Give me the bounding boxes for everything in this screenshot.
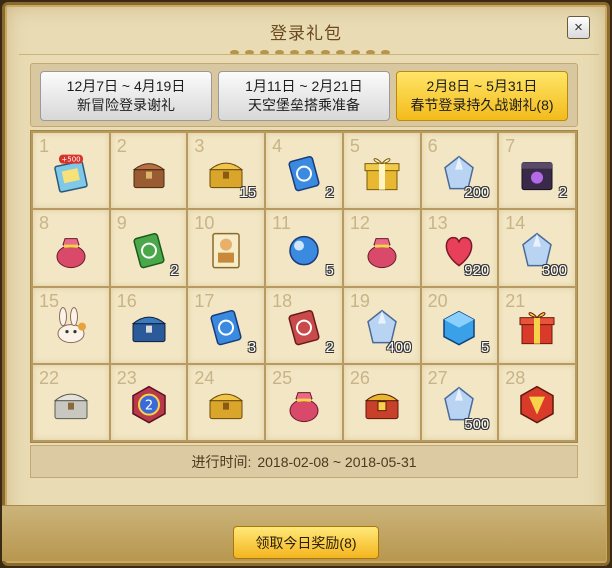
tab-date: 2月8日 ~ 5月31日 (426, 78, 538, 94)
day-number: 2 (116, 136, 127, 156)
tab-name: 春节登录持久战谢礼(8) (410, 97, 554, 113)
period-label: 进行时间: (191, 453, 252, 470)
claim-reward-button[interactable]: 领取今日奖励(8) (233, 526, 379, 559)
red-card-icon (282, 306, 326, 350)
reward-day-cell[interactable]: 20 5 (421, 287, 498, 363)
reward-day-cell[interactable]: 22 (33, 364, 109, 440)
green-card-icon (127, 229, 171, 273)
brown-chest-icon (127, 151, 171, 195)
reward-day-cell[interactable]: 17 3 (188, 287, 265, 363)
reward-day-cell[interactable]: 2 (110, 133, 187, 209)
reward-day-cell[interactable]: 5 (343, 133, 420, 209)
item-count: 2 (558, 184, 567, 202)
reward-day-cell[interactable]: 92 (110, 210, 187, 286)
blue-chest-icon (127, 306, 171, 350)
day-number: 3 (194, 136, 205, 156)
red-gift-icon (515, 306, 559, 350)
reward-day-cell[interactable]: 42 (266, 133, 342, 209)
blue-block-icon (437, 306, 481, 350)
rabbit-pet-icon (49, 306, 93, 350)
red-pouch-icon (282, 383, 326, 427)
tab-sky-fortress[interactable]: 1月11日 ~ 2月21日 天空堡垒搭乘准备 (218, 71, 390, 121)
day-number: 6 (427, 136, 438, 156)
reward-day-cell[interactable]: 13 920 (421, 210, 498, 286)
reward-day-cell[interactable]: 14 300 (499, 210, 575, 286)
blue-orb-icon (282, 229, 326, 273)
item-count: 300 (541, 261, 567, 279)
reward-day-cell[interactable]: 23 2 (110, 364, 187, 440)
ticket-card-icon: +500 (49, 151, 93, 195)
day-number: 7 (505, 136, 516, 156)
event-tabs: 12月7日 ~ 4月19日 新冒险登录谢礼 1月11日 ~ 2月21日 天空堡垒… (30, 63, 578, 127)
gold-chest-icon (204, 383, 248, 427)
gift-box-icon (360, 151, 404, 195)
blue-card-icon (204, 306, 248, 350)
medal-2-icon: 2 (127, 383, 171, 427)
day-number: 1 (39, 136, 50, 156)
red-emblem-icon (515, 383, 559, 427)
title-ornament (230, 47, 390, 57)
red-pouch-icon (49, 229, 93, 273)
svg-text:2: 2 (144, 399, 152, 414)
reward-day-cell[interactable]: 3 15 (188, 133, 265, 209)
tab-date: 1月11日 ~ 2月21日 (245, 78, 363, 94)
reward-day-cell[interactable]: 15 (33, 287, 109, 363)
red-pouch-icon (360, 229, 404, 273)
item-count: 920 (464, 261, 490, 279)
reward-day-cell[interactable]: 19 400 (343, 287, 420, 363)
period-range: 2018-02-08 ~ 2018-05-31 (257, 453, 417, 470)
item-count: 5 (325, 261, 334, 279)
item-count: 200 (464, 184, 490, 202)
reward-day-cell[interactable]: 6 200 (421, 133, 498, 209)
reward-day-cell[interactable]: 16 (110, 287, 187, 363)
reward-day-cell[interactable]: 25 (266, 364, 342, 440)
day-number: 8 (39, 213, 50, 234)
tab-new-adventure[interactable]: 12月7日 ~ 4月19日 新冒险登录谢礼 (40, 71, 212, 121)
window-title: 登录礼包 (270, 24, 342, 43)
close-icon: × (574, 19, 583, 36)
reward-day-cell[interactable]: 1 +500 (33, 133, 109, 209)
day-number: 5 (349, 136, 360, 156)
item-count: 2 (325, 338, 334, 356)
item-count: 400 (386, 338, 412, 356)
tab-name: 天空堡垒搭乘准备 (248, 97, 360, 113)
day-number: 4 (272, 136, 283, 156)
item-count: 15 (239, 184, 257, 202)
item-count: 3 (247, 338, 257, 356)
day-number: 9 (116, 213, 127, 234)
item-count: 5 (480, 338, 490, 356)
reward-day-cell[interactable]: 18 2 (266, 287, 342, 363)
item-count: 2 (170, 261, 179, 279)
tab-name: 新冒险登录谢礼 (77, 97, 175, 113)
reward-day-cell[interactable]: 21 (499, 287, 575, 363)
reward-day-cell[interactable]: 11 5 (266, 210, 342, 286)
item-count: 2 (325, 184, 334, 202)
reward-day-cell[interactable]: 27 500 (421, 364, 498, 440)
tab-spring-festival[interactable]: 2月8日 ~ 5月31日 春节登录持久战谢礼(8) (396, 71, 568, 121)
reward-day-cell[interactable]: 72 (499, 133, 575, 209)
reward-day-cell[interactable]: 12 (343, 210, 420, 286)
tab-date: 12月7日 ~ 4月19日 (66, 78, 186, 94)
silver-chest-icon (49, 383, 93, 427)
title-divider (19, 54, 599, 55)
blue-card-icon (282, 151, 326, 195)
event-period: 进行时间: 2018-02-08 ~ 2018-05-31 (30, 445, 578, 478)
reward-day-cell[interactable]: 26 (343, 364, 420, 440)
reward-day-cell[interactable]: 8 (33, 210, 109, 286)
character-card-icon (204, 229, 248, 273)
reward-calendar: 1 +500 2 3 15 4 2 5 6 200 7 2 8 9 2 10 11 5 12 13 920 14 300 15… (30, 130, 578, 443)
reward-day-cell[interactable]: 28 (499, 364, 575, 440)
reward-day-cell[interactable]: 24 (188, 364, 265, 440)
item-count: 500 (464, 416, 490, 433)
ornate-chest-icon (360, 383, 404, 427)
dark-box-icon (515, 151, 559, 195)
close-button[interactable]: × (567, 16, 590, 39)
svg-text:+500: +500 (61, 155, 80, 163)
reward-day-cell[interactable]: 10 (188, 210, 265, 286)
